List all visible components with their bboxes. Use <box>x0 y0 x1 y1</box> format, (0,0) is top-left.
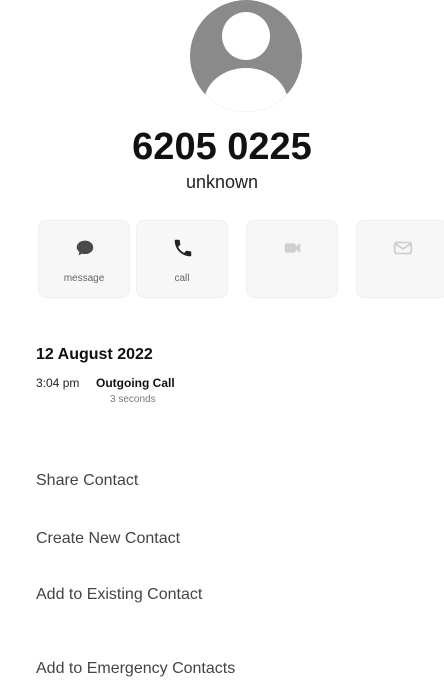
call-label: call <box>174 273 190 284</box>
mail-icon <box>393 241 413 255</box>
contact-label: unknown <box>185 172 259 192</box>
add-to-emergency-contacts-link[interactable]: Add to Emergency Contacts <box>36 660 235 678</box>
add-to-existing-contact-link[interactable]: Add to Existing Contact <box>36 586 202 604</box>
contact-number: 6205 0225 <box>132 126 312 168</box>
avatar-body <box>204 68 288 112</box>
call-type: Outgoing Call <box>96 376 175 390</box>
message-label: message <box>63 273 105 284</box>
message-button[interactable]: message <box>38 220 130 298</box>
message-icon <box>76 240 94 256</box>
call-button[interactable]: call <box>136 220 228 298</box>
phone-icon <box>174 239 192 257</box>
mail-button[interactable] <box>356 220 444 298</box>
call-time: 3:04 pm <box>36 376 80 390</box>
share-contact-link[interactable]: Share Contact <box>36 472 138 490</box>
call-date: 12 August 2022 <box>36 346 153 363</box>
quick-actions: message call <box>32 220 444 300</box>
video-icon <box>284 243 301 253</box>
create-new-contact-link[interactable]: Create New Contact <box>36 530 180 548</box>
call-duration: 3 seconds <box>110 394 156 405</box>
avatar-head <box>222 12 270 60</box>
contact-avatar <box>190 0 302 112</box>
video-button[interactable] <box>246 220 338 298</box>
